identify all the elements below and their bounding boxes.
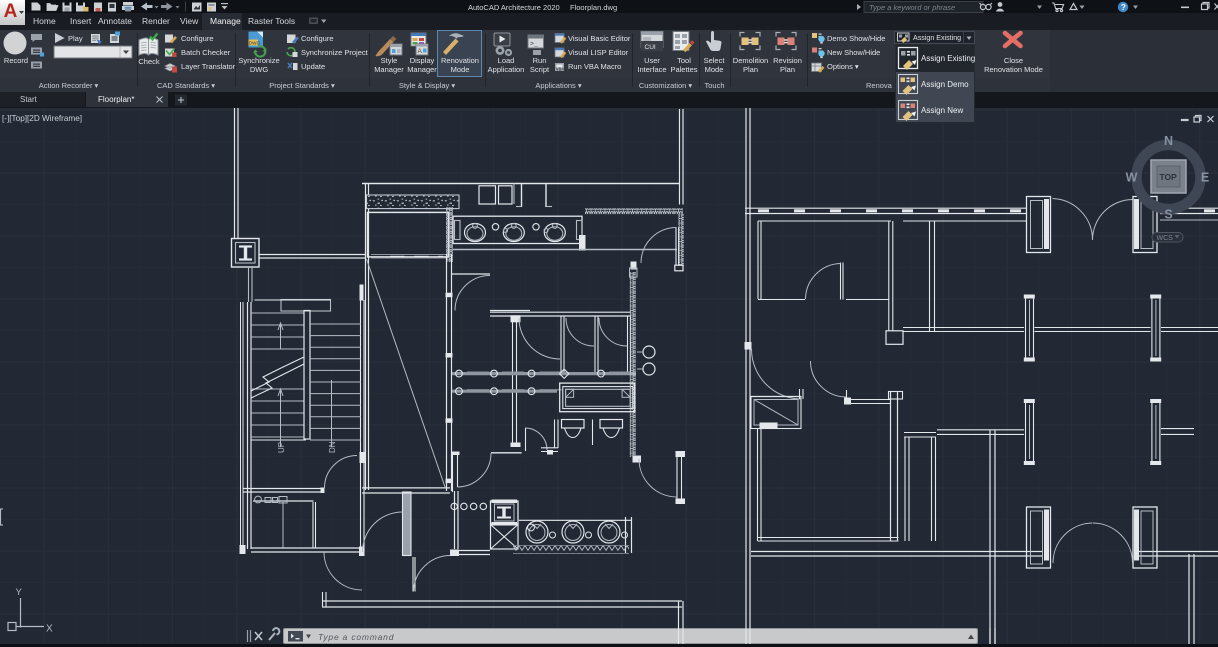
svg-text:?: ? — [1121, 2, 1126, 12]
svg-text:Type a command: Type a command — [318, 632, 394, 642]
